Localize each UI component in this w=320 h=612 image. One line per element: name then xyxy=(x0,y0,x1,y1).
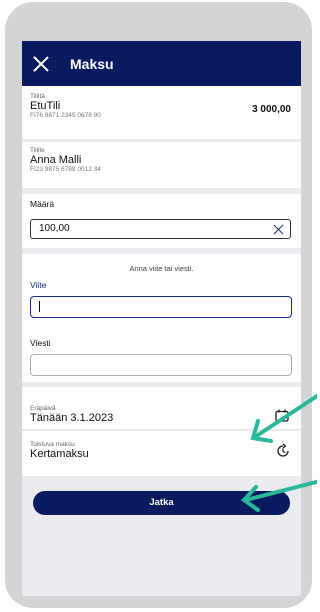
recurring-value: Kertamaksu xyxy=(30,448,89,460)
viite-input[interactable] xyxy=(30,296,292,318)
from-account-name: EtuTili xyxy=(30,100,61,112)
reference-hint: Anna viite tai viesti. xyxy=(129,264,194,273)
amount-value: 100,00 xyxy=(39,223,70,234)
text-cursor xyxy=(39,301,40,312)
due-date-label: Eräpäivä xyxy=(30,405,56,412)
page-title: Maksu xyxy=(70,55,114,72)
payment-screen: Maksu Tililtä EtuTili FI76 9871 2345 067… xyxy=(22,41,301,596)
recurring-label: Toistuva maksu xyxy=(30,441,75,448)
header-bar: Maksu xyxy=(22,41,301,86)
viesti-input[interactable] xyxy=(30,354,292,376)
amount-label: Määrä xyxy=(30,199,55,209)
clear-icon[interactable] xyxy=(273,224,284,235)
from-account-card[interactable]: Tililtä EtuTili FI76 9871 2345 0678 90 3… xyxy=(22,86,301,139)
from-account-label: Tililtä xyxy=(30,93,45,100)
reference-section: Anna viite tai viesti. Viite Viesti xyxy=(22,254,301,382)
divider xyxy=(22,429,301,430)
recurring-payment-row[interactable]: Toistuva maksu Kertamaksu xyxy=(22,431,301,476)
viesti-label: Viesti xyxy=(30,338,51,348)
recurring-icon[interactable] xyxy=(275,443,291,459)
from-account-balance: 3 000,00 xyxy=(252,104,291,115)
due-date-row[interactable]: Eräpäivä Tänään 3.1.2023 xyxy=(22,387,301,429)
continue-button[interactable]: Jatka xyxy=(33,491,290,515)
to-account-label: Tilille xyxy=(30,147,45,154)
to-account-name: Anna Malli xyxy=(30,154,82,166)
calendar-icon[interactable] xyxy=(275,409,289,422)
from-account-iban: FI76 9871 2345 0678 90 xyxy=(30,112,101,119)
amount-section: Määrä 100,00 xyxy=(22,194,301,248)
viite-label: Viite xyxy=(30,280,47,290)
amount-input[interactable]: 100,00 xyxy=(30,219,291,239)
to-account-card[interactable]: Tilille Anna Malli FI23 9875 6789 0012 3… xyxy=(22,142,301,188)
close-icon[interactable] xyxy=(32,55,50,73)
due-date-value: Tänään 3.1.2023 xyxy=(30,412,114,424)
to-account-iban: FI23 9875 6789 0012 34 xyxy=(30,166,101,173)
